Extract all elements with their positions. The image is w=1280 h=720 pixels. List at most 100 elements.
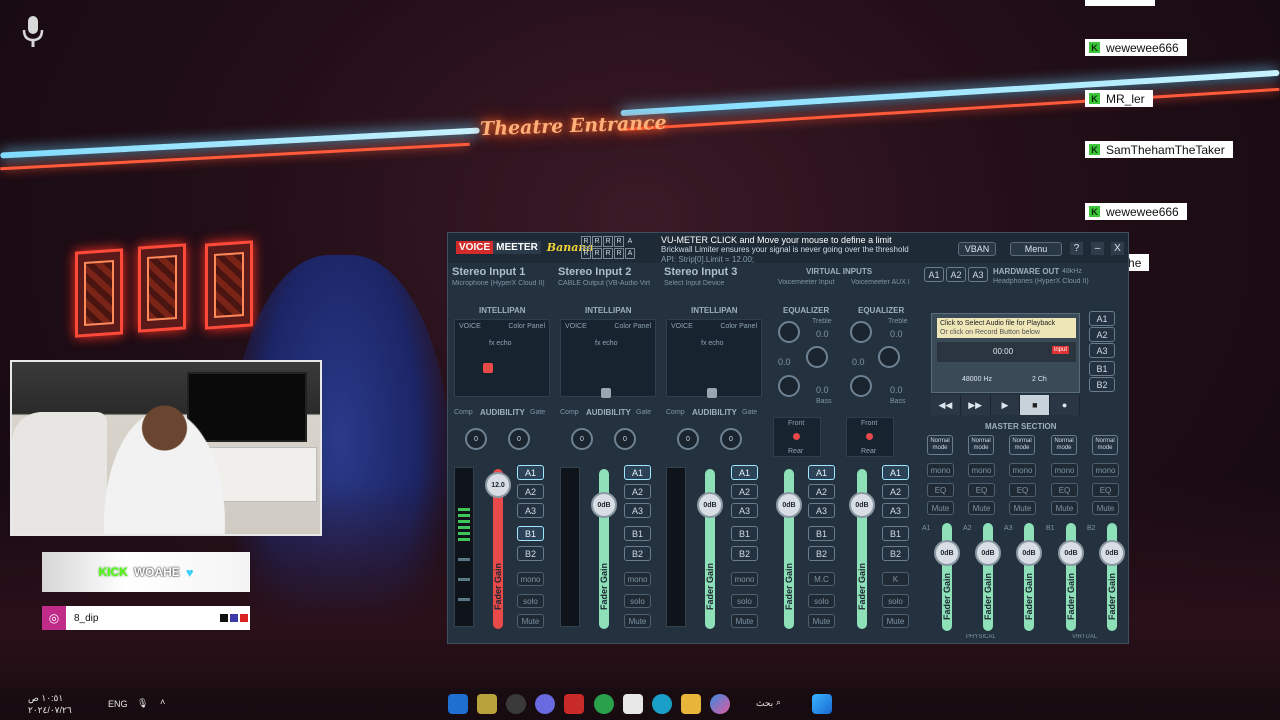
player-bus-b2[interactable]: B2 [1089, 377, 1115, 392]
strip3-mute-button[interactable]: Mute [731, 614, 758, 628]
fast-forward-button[interactable]: ▶▶ [961, 395, 991, 415]
strip3-a2-button[interactable]: A2 [731, 484, 758, 499]
master-b2-eq[interactable]: EQ [1092, 483, 1119, 497]
store-taskbar-icon[interactable] [623, 694, 643, 714]
master-fader-knob[interactable]: 0dB [934, 540, 960, 566]
voicemeeter-titlebar[interactable]: VOICE MEETER Banana R R R R A R R R R A … [448, 233, 1128, 264]
transport-bar[interactable]: ◀◀ ▶▶ ▶ ■ ● [931, 395, 1080, 415]
fader-knob[interactable]: 12.0 [485, 472, 511, 498]
virtual1-b2-button[interactable]: B2 [808, 546, 835, 561]
copilot-taskbar-icon[interactable] [710, 694, 730, 714]
master-a3-mute[interactable]: Mute [1009, 501, 1036, 515]
virtual1-a1-button[interactable]: A1 [808, 465, 835, 480]
virtual1-mute-button[interactable]: Mute [808, 614, 835, 628]
gate-knob[interactable]: 0 [614, 428, 636, 450]
strip3-a3-button[interactable]: A3 [731, 503, 758, 518]
virtual1-solo-button[interactable]: solo [808, 594, 835, 608]
player-bus-a1[interactable]: A1 [1089, 311, 1115, 326]
master-a2-eq[interactable]: EQ [968, 483, 995, 497]
discord-taskbar-icon[interactable] [535, 694, 555, 714]
virtual2-a2-button[interactable]: A2 [882, 484, 909, 499]
eq-knob[interactable] [806, 346, 828, 368]
r-button[interactable]: R [592, 248, 602, 259]
virtual2-solo-button[interactable]: solo [882, 594, 909, 608]
vban-button[interactable]: VBAN [958, 242, 996, 256]
master-a1-mono[interactable]: mono [927, 463, 954, 477]
intellipan-handle[interactable] [483, 363, 493, 373]
stop-button[interactable]: ■ [1020, 395, 1051, 415]
strip1-a3-button[interactable]: A3 [517, 503, 544, 518]
intellipan-pad[interactable]: VOICE Color Panel fx echo [454, 319, 550, 397]
voicemeeter-app-icon[interactable] [564, 694, 584, 714]
strip2-a1-button[interactable]: A1 [624, 465, 651, 480]
virtual-pan-handle[interactable] [866, 433, 873, 440]
strip2-mute-button[interactable]: Mute [624, 614, 651, 628]
fader-knob[interactable]: 0dB [591, 492, 617, 518]
master-b2-mono[interactable]: mono [1092, 463, 1119, 477]
virtual2-a1-button[interactable]: A1 [882, 465, 909, 480]
master-fader-knob[interactable]: 0dB [1099, 540, 1125, 566]
strip-title[interactable]: Stereo Input 2 [558, 266, 631, 278]
fader-knob[interactable]: 0dB [776, 492, 802, 518]
voicemeeter-window[interactable]: VOICE MEETER Banana R R R R A R R R R A … [447, 232, 1129, 644]
comp-knob[interactable]: 0 [465, 428, 487, 450]
rewind-button[interactable]: ◀◀ [931, 395, 961, 415]
virtual1-a3-button[interactable]: A3 [808, 503, 835, 518]
virtual-pan-handle[interactable] [793, 433, 800, 440]
close-button[interactable]: X [1111, 242, 1124, 255]
hardware-out-a1[interactable]: A1 [924, 267, 944, 282]
edge-taskbar-icon[interactable] [652, 694, 672, 714]
taskbar-search[interactable]: بحث [756, 698, 773, 709]
strip3-b2-button[interactable]: B2 [731, 546, 758, 561]
master-b1-mode[interactable]: Normal mode [1051, 435, 1077, 455]
cassette-player[interactable]: Click to Select Audio file for Playback … [931, 313, 1080, 393]
strip1-b1-button[interactable]: B1 [517, 526, 544, 541]
r-button[interactable]: R [592, 236, 602, 247]
master-fader-knob[interactable]: 0dB [1058, 540, 1084, 566]
virtual-pan-pad[interactable]: Front Rear [773, 417, 821, 457]
search-icon[interactable]: ⌕ [776, 697, 781, 708]
eq-knob[interactable] [850, 375, 872, 397]
virtual2-k-button[interactable]: K [882, 572, 909, 586]
player-message[interactable]: Click to Select Audio file for Playback … [937, 318, 1076, 338]
taskbar-date[interactable]: ٢٠٢٤/٠٧/٢٦ [28, 705, 72, 716]
r-button[interactable]: R [581, 236, 591, 247]
gate-knob[interactable]: 0 [720, 428, 742, 450]
minimize-button[interactable]: – [1091, 242, 1104, 255]
master-a1-mode[interactable]: Normal mode [927, 435, 953, 455]
master-a2-mono[interactable]: mono [968, 463, 995, 477]
virtual1-a2-button[interactable]: A2 [808, 484, 835, 499]
comp-knob[interactable]: 0 [571, 428, 593, 450]
master-fader-knob[interactable]: 0dB [975, 540, 1001, 566]
language-indicator[interactable]: ENG [108, 699, 128, 709]
player-bus-a3[interactable]: A3 [1089, 343, 1115, 358]
strip2-a2-button[interactable]: A2 [624, 484, 651, 499]
eq-knob[interactable] [878, 346, 900, 368]
strip-device[interactable]: CABLE Output (VB-Audio Virt [558, 280, 658, 287]
folder-taskbar-icon[interactable] [681, 694, 701, 714]
strip2-b2-button[interactable]: B2 [624, 546, 651, 561]
strip1-b2-button[interactable]: B2 [517, 546, 544, 561]
record-button[interactable]: ● [1050, 395, 1080, 415]
strip1-mute-button[interactable]: Mute [517, 614, 544, 628]
eq-knob[interactable] [778, 375, 800, 397]
hardware-out-a3[interactable]: A3 [968, 267, 988, 282]
strip-device[interactable]: Microphone (HyperX Cloud II) [452, 280, 552, 287]
master-b1-mute[interactable]: Mute [1051, 501, 1078, 515]
master-b1-mono[interactable]: mono [1051, 463, 1078, 477]
virtual2-b1-button[interactable]: B1 [882, 526, 909, 541]
strip2-mono-button[interactable]: mono [624, 572, 651, 586]
r-button[interactable]: A [625, 248, 635, 259]
app-taskbar-icon[interactable] [477, 694, 497, 714]
strip1-a1-button[interactable]: A1 [517, 465, 544, 480]
chevron-up-icon[interactable]: ˄ [160, 697, 165, 707]
master-a1-mute[interactable]: Mute [927, 501, 954, 515]
strip3-b1-button[interactable]: B1 [731, 526, 758, 541]
menu-button[interactable]: Menu [1010, 242, 1062, 256]
r-button[interactable]: R [614, 248, 624, 259]
virtual1-mc-button[interactable]: M.C [808, 572, 835, 586]
strip3-a1-button[interactable]: A1 [731, 465, 758, 480]
virtual2-b2-button[interactable]: B2 [882, 546, 909, 561]
intellipan-pad[interactable]: VOICE Color Panel fx echo [560, 319, 656, 398]
virtual-pan-pad[interactable]: Front Rear [846, 417, 894, 457]
